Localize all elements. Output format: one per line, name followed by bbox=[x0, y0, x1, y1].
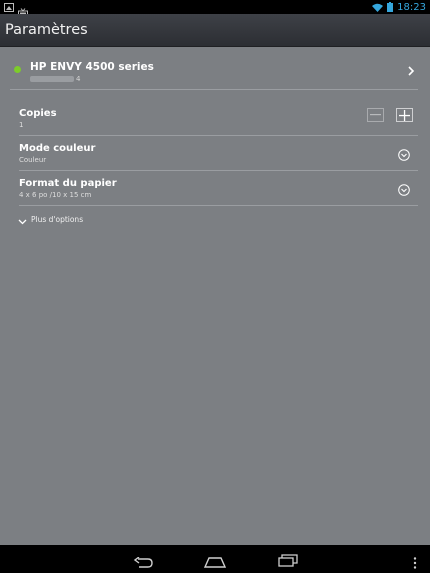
action-bar: Paramètres bbox=[0, 14, 430, 47]
divider bbox=[19, 170, 418, 171]
battery-icon bbox=[387, 2, 394, 12]
divider bbox=[19, 205, 418, 206]
paper-size-value: 4 x 6 po /10 x 15 cm bbox=[19, 191, 92, 199]
printer-subtitle: 4 bbox=[30, 75, 80, 83]
redacted-text bbox=[30, 76, 74, 82]
back-icon[interactable] bbox=[133, 554, 153, 573]
paper-size-setting[interactable]: Format du papier 4 x 6 po /10 x 15 cm bbox=[19, 178, 415, 200]
chevron-right-icon[interactable] bbox=[406, 62, 416, 76]
navigation-bar bbox=[0, 545, 430, 573]
printer-selector[interactable]: HP ENVY 4500 series 4 bbox=[10, 60, 420, 90]
divider bbox=[19, 135, 418, 136]
image-icon bbox=[4, 2, 14, 12]
clock: 18:23 bbox=[397, 1, 426, 13]
copies-label: Copies bbox=[19, 108, 57, 119]
chevron-down-icon[interactable] bbox=[398, 181, 410, 196]
printer-name: HP ENVY 4500 series bbox=[30, 61, 154, 73]
increment-copies-button[interactable] bbox=[396, 108, 413, 122]
wifi-icon bbox=[372, 3, 384, 12]
more-options-label: Plus d'options bbox=[31, 215, 84, 224]
tv-icon bbox=[18, 3, 28, 18]
chevron-down-icon[interactable] bbox=[398, 146, 410, 161]
chevron-down-icon bbox=[18, 210, 27, 229]
divider bbox=[10, 89, 418, 90]
home-icon[interactable] bbox=[203, 553, 227, 572]
paper-size-label: Format du papier bbox=[19, 178, 117, 189]
status-bar: 18:23 bbox=[0, 0, 430, 18]
printer-status-dot bbox=[14, 66, 21, 73]
color-mode-value: Couleur bbox=[19, 156, 47, 164]
overflow-menu-icon[interactable] bbox=[413, 554, 417, 573]
copies-value: 1 bbox=[19, 121, 24, 129]
copies-setting: Copies 1 bbox=[19, 108, 415, 130]
decrement-copies-button[interactable] bbox=[367, 108, 384, 122]
color-mode-label: Mode couleur bbox=[19, 143, 96, 154]
more-options-toggle[interactable]: Plus d'options bbox=[18, 210, 83, 229]
page-title: Paramètres bbox=[5, 22, 88, 38]
color-mode-setting[interactable]: Mode couleur Couleur bbox=[19, 143, 415, 165]
recents-icon[interactable] bbox=[278, 552, 298, 571]
